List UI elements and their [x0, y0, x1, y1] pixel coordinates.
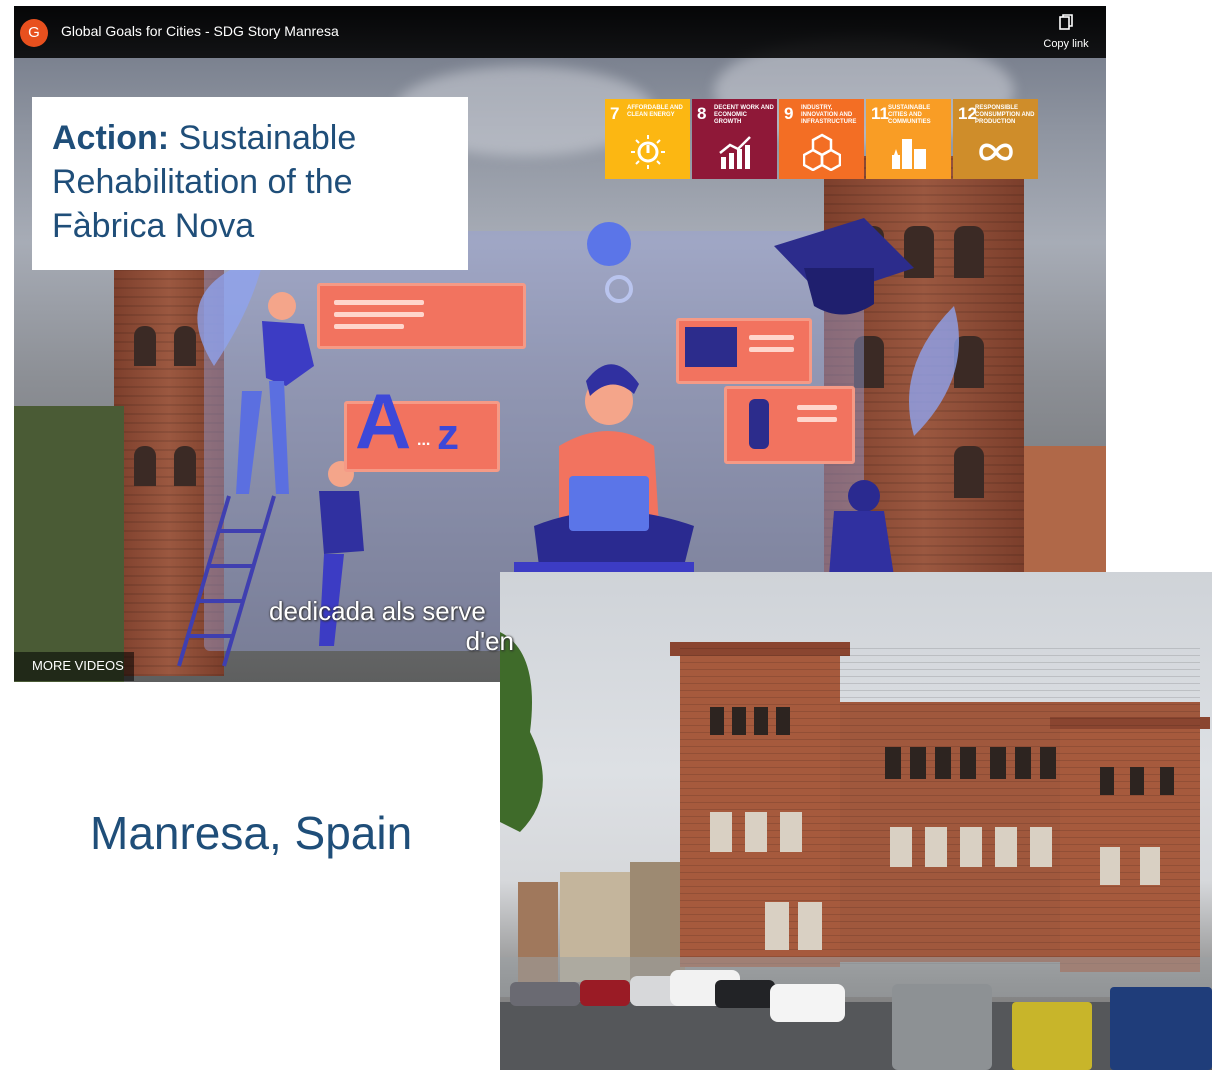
- infinity-icon: [979, 143, 1013, 161]
- sdg-goal-tiles: 7 AFFORDABLE AND CLEAN ENERGY 8 DECENT W…: [605, 99, 1038, 179]
- letter-z: z: [437, 410, 459, 459]
- microscope-icon: [749, 399, 769, 449]
- letter-a: A: [355, 377, 412, 465]
- a-z-card: A ... z: [344, 377, 500, 472]
- buildings-icon: [892, 139, 926, 169]
- illustration-card: [317, 283, 526, 349]
- sdg-tile-9: 9 INDUSTRY, INNOVATION AND INFRASTRUCTUR…: [779, 99, 864, 179]
- copy-link-button[interactable]: Copy link: [1036, 14, 1096, 52]
- video-title-bar: G Global Goals for Cities - SDG Story Ma…: [14, 6, 1106, 58]
- more-videos-button[interactable]: MORE VIDEOS: [14, 652, 134, 681]
- sun-power-icon: [631, 135, 665, 169]
- sdg-tile-7: 7 AFFORDABLE AND CLEAN ENERGY: [605, 99, 690, 179]
- copy-icon: [1059, 14, 1073, 30]
- sdg-tile-11: 11 SUSTAINABLE CITIES AND COMMUNITIES: [866, 99, 951, 179]
- video-title[interactable]: Global Goals for Cities - SDG Story Manr…: [61, 23, 339, 39]
- growth-chart-icon: [719, 136, 751, 169]
- tools-card: [676, 318, 812, 384]
- sdg-tile-8: 8 DECENT WORK AND ECONOMIC GROWTH: [692, 99, 777, 179]
- action-caption: Action: Sustainable Rehabilitation of th…: [32, 97, 468, 270]
- letter-dots: ...: [417, 432, 431, 449]
- channel-avatar[interactable]: G: [20, 19, 48, 47]
- tools-icon: [685, 327, 737, 367]
- action-label: Action:: [52, 119, 170, 157]
- location-label: Manresa, Spain: [90, 807, 413, 859]
- subtitle-line-2: d'en: [465, 626, 514, 656]
- copy-link-label: Copy link: [1043, 38, 1089, 50]
- video-subtitle: dedicada als serve d'en: [269, 596, 769, 656]
- microscope-card: [724, 386, 855, 464]
- sdg-tile-12: 12 RESPONSIBLE CONSUMPTION AND PRODUCTIO…: [953, 99, 1038, 179]
- subtitle-line-1: dedicada als serve: [269, 596, 486, 626]
- cubes-icon: [803, 133, 841, 171]
